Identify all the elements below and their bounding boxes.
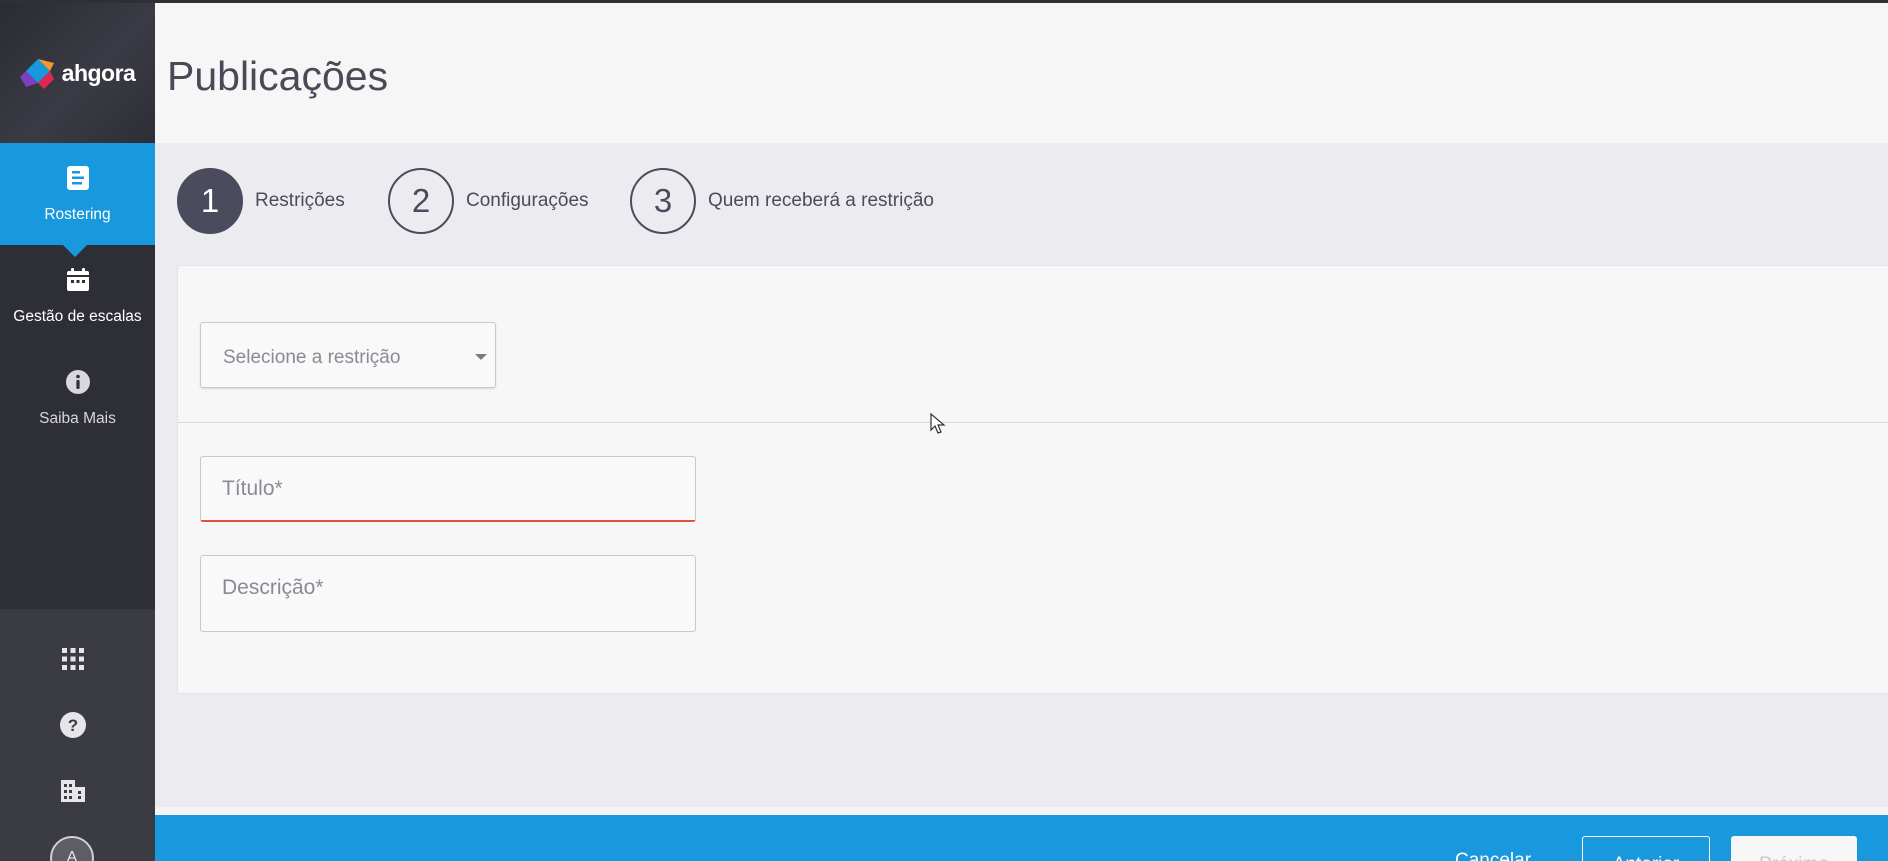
sidebar-bottom: ? A [0,609,155,861]
info-icon [65,369,91,400]
step-number: 3 [630,168,696,234]
title-field[interactable] [200,456,696,522]
help-icon[interactable]: ? [59,711,87,739]
step-number: 1 [177,168,243,234]
footer-bar: Cancelar Anterior Próximo [155,815,1888,861]
next-button[interactable]: Próximo [1731,836,1857,861]
description-input[interactable] [201,556,695,631]
step-restricoes[interactable]: 1 Restrições [177,168,345,234]
step-label: Quem receberá a restrição [708,190,934,211]
stepper: 1 Restrições 2 Configurações 3 Quem rece… [155,143,1888,265]
calendar-icon [65,267,91,298]
ahgora-logo-icon [19,55,56,91]
restriction-select[interactable]: Selecione a restrição [200,322,496,388]
sidebar-item-saiba-mais[interactable]: Saiba Mais [0,347,155,449]
page-title: Publicações [167,53,389,99]
avatar-initial: A [66,849,78,861]
step-label: Configurações [466,190,589,211]
previous-button[interactable]: Anterior [1582,836,1710,861]
sidebar-item-label: Gestão de escalas [13,307,142,325]
sidebar-item-gestao-de-escalas[interactable]: Gestão de escalas [0,245,155,347]
mouse-cursor-icon [930,412,946,435]
avatar[interactable]: A [50,836,94,861]
step-configuracoes[interactable]: 2 Configurações [388,168,589,234]
cancel-button[interactable]: Cancelar [1455,850,1531,861]
step-quem-recebera[interactable]: 3 Quem receberá a restrição [630,168,934,234]
page-header: Publicações [155,3,1888,143]
restriction-select-placeholder: Selecione a restrição [223,347,401,368]
sidebar-item-label: Rostering [44,205,111,223]
logo-text: ahgora [61,59,136,86]
title-input[interactable] [201,457,695,520]
form-card: Selecione a restrição [177,265,1888,694]
divider [178,422,1888,423]
building-icon[interactable] [59,777,87,805]
app-window: ahgora Rostering Gestão de escalas Saiba… [0,0,1888,861]
logo[interactable]: ahgora [0,3,155,143]
apps-grid-icon[interactable] [59,645,87,673]
sidebar-item-label: Saiba Mais [39,409,116,427]
document-list-icon [65,165,91,196]
step-label: Restrições [255,190,345,211]
caret-down-icon [475,354,487,360]
sidebar: ahgora Rostering Gestão de escalas Saiba… [0,3,155,861]
description-field[interactable] [200,555,696,632]
step-number: 2 [388,168,454,234]
footer-divider [155,807,1888,815]
sidebar-item-rostering[interactable]: Rostering [0,143,155,257]
svg-text:?: ? [68,716,78,735]
